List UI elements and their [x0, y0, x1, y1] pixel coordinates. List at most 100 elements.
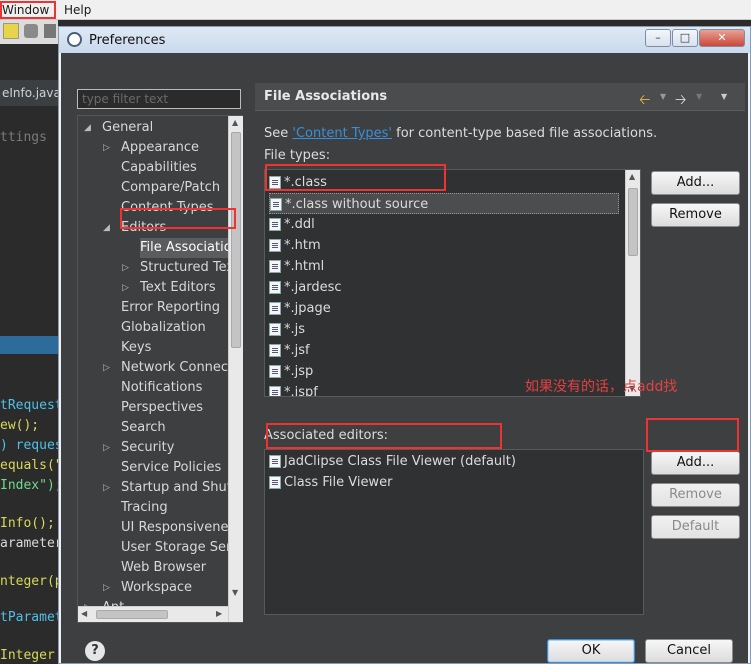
tree-item-editors[interactable]: Editors [121, 218, 228, 238]
tree-item-workspace[interactable]: Workspace [121, 578, 228, 598]
tree-item-network-connections[interactable]: Network Connections [121, 358, 228, 378]
tree-item-user-storage-service[interactable]: User Storage Service [121, 538, 228, 558]
maximize-button[interactable]: □ [672, 29, 698, 47]
tree-item-error-reporting[interactable]: Error Reporting [121, 298, 228, 318]
expanded-arrow-icon[interactable]: ◢ [103, 218, 110, 238]
file-type-label: *.jsp [284, 364, 314, 379]
tree-item-content-types[interactable]: Content Types [121, 198, 228, 218]
add-editor-button[interactable]: Add... [651, 451, 740, 475]
code-line: nteger(p [0, 574, 63, 589]
tree-item-startup-and-shutdown[interactable]: Startup and Shutdown [121, 478, 228, 498]
scroll-left-icon[interactable]: ◀ [81, 609, 87, 618]
content-types-link[interactable]: 'Content Types' [292, 126, 392, 141]
tree-item-web-browser[interactable]: Web Browser [121, 558, 228, 578]
dialog-titlebar: Preferences – □ ✕ [59, 27, 750, 53]
dialog-body: type filter text ◢ General ▷ Appearance Capa… [61, 53, 748, 663]
filter-input[interactable]: type filter text [77, 89, 241, 109]
current-line-highlight [0, 336, 58, 354]
collapsed-arrow-icon[interactable]: ▷ [103, 438, 110, 458]
file-types-scroll-thumb[interactable] [628, 188, 638, 256]
forward-arrow-icon[interactable]: 🡢 [675, 89, 686, 113]
tree-item-general[interactable]: General [102, 118, 228, 138]
ok-button[interactable]: OK [547, 639, 635, 663]
tree-item-text-editors[interactable]: Text Editors [140, 278, 228, 298]
scroll-up-icon[interactable]: ▲ [629, 172, 635, 181]
associated-editors-list: JadClipse Class File Viewer (default) Cla… [264, 449, 644, 615]
editor-tab[interactable]: eInfo.java [0, 80, 61, 106]
tree-hscrollbar[interactable]: ◀ ▶ [78, 606, 228, 622]
file-type-item[interactable]: *.jardesc [269, 277, 619, 298]
editor-label: Class File Viewer [284, 475, 393, 490]
tree-scrollbar[interactable]: ▲ ▼ [228, 116, 243, 622]
preferences-dialog: Preferences – □ ✕ type filter text ◢ Gene… [58, 26, 751, 664]
toolbar-icon[interactable] [24, 24, 38, 38]
editor-label: JadClipse Class File Viewer (default) [284, 454, 516, 469]
page-title: File Associations [264, 89, 388, 104]
tree-item-keys[interactable]: Keys [121, 338, 228, 358]
cancel-button[interactable]: Cancel [645, 639, 733, 663]
back-arrow-icon[interactable]: 🡠 [639, 89, 650, 113]
file-type-item[interactable]: *.class [269, 172, 619, 193]
tree-hscroll-thumb[interactable] [96, 610, 168, 619]
collapsed-arrow-icon[interactable]: ▷ [122, 278, 129, 298]
menu-window[interactable]: Window [2, 3, 49, 17]
file-type-item[interactable]: *.jpage [269, 298, 619, 319]
tree-item-notifications[interactable]: Notifications [121, 378, 228, 398]
tree-item-capabilities[interactable]: Capabilities [121, 158, 228, 178]
tree-item-tracing[interactable]: Tracing [121, 498, 228, 518]
tree-item-service-policies[interactable]: Service Policies [121, 458, 228, 478]
code-line: tParamet [0, 610, 63, 625]
collapsed-arrow-icon[interactable]: ▷ [103, 478, 110, 498]
expanded-arrow-icon[interactable]: ◢ [84, 118, 91, 138]
tree-item-compare-patch[interactable]: Compare/Patch [121, 178, 228, 198]
file-type-item[interactable]: *.ddl [269, 214, 619, 235]
collapsed-arrow-icon[interactable]: ▷ [103, 578, 110, 598]
close-button[interactable]: ✕ [699, 29, 745, 47]
editor-item[interactable]: JadClipse Class File Viewer (default) [269, 451, 516, 472]
editor-item[interactable]: Class File Viewer [269, 472, 392, 493]
collapsed-arrow-icon[interactable]: ▷ [122, 258, 129, 278]
collapsed-arrow-icon[interactable]: ▷ [103, 138, 110, 158]
tree-scroll-thumb[interactable] [231, 132, 241, 348]
help-icon[interactable]: ? [85, 641, 105, 661]
file-type-label: *.ddl [284, 217, 315, 232]
tree-item-search[interactable]: Search [121, 418, 228, 438]
add-file-type-button[interactable]: Add... [651, 171, 740, 195]
back-menu-icon[interactable]: ▼ [660, 92, 666, 101]
pencil-icon[interactable] [3, 23, 19, 39]
menu-help[interactable]: Help [64, 3, 91, 17]
code-line: ttings [0, 130, 47, 145]
file-type-item[interactable]: *.js [269, 319, 619, 340]
file-type-item[interactable]: *.class without source [269, 193, 619, 214]
file-type-item[interactable]: *.jsf [269, 340, 619, 361]
file-type-label: *.html [284, 259, 325, 274]
tree-item-structured-text[interactable]: Structured Text [140, 258, 228, 278]
view-menu-icon[interactable]: ▼ [721, 92, 727, 101]
annotation-note: 如果没有的话，点add找 [525, 379, 678, 395]
tree-item-security[interactable]: Security [121, 438, 228, 458]
remove-editor-button[interactable]: Remove [651, 483, 740, 507]
see-prefix: See [264, 126, 293, 141]
scroll-down-icon[interactable]: ▼ [232, 588, 238, 597]
minimize-button[interactable]: – [645, 29, 671, 47]
scroll-right-icon[interactable]: ▶ [216, 609, 222, 618]
file-types-scrollbar[interactable]: ▲ ▼ [625, 170, 640, 396]
right-panel: File Associations 🡠 ▼ 🡢 ▼ ▼ See 'Content… [255, 83, 745, 643]
tree-item-appearance[interactable]: Appearance [121, 138, 228, 158]
file-type-item[interactable]: *.html [269, 256, 619, 277]
tree-item-perspectives[interactable]: Perspectives [121, 398, 228, 418]
file-icon [269, 281, 281, 294]
scroll-up-icon[interactable]: ▲ [232, 118, 238, 127]
tree-item-file-associations[interactable]: File Associations [140, 238, 228, 258]
tree-item-globalization[interactable]: Globalization [121, 318, 228, 338]
content-types-note: See 'Content Types' for content-type bas… [264, 126, 657, 141]
file-type-item[interactable]: *.htm [269, 235, 619, 256]
collapsed-arrow-icon[interactable]: ▷ [103, 358, 110, 378]
file-icon [269, 302, 281, 315]
toolbar-icon-2[interactable] [44, 24, 56, 38]
forward-menu-icon[interactable]: ▼ [696, 92, 702, 101]
remove-file-type-button[interactable]: Remove [651, 203, 740, 227]
preference-tree: ◢ General ▷ Appearance Capabilities Compare/P… [77, 115, 243, 623]
tree-item-ui-responsiveness[interactable]: UI Responsiveness [121, 518, 228, 538]
default-editor-button[interactable]: Default [651, 515, 740, 539]
